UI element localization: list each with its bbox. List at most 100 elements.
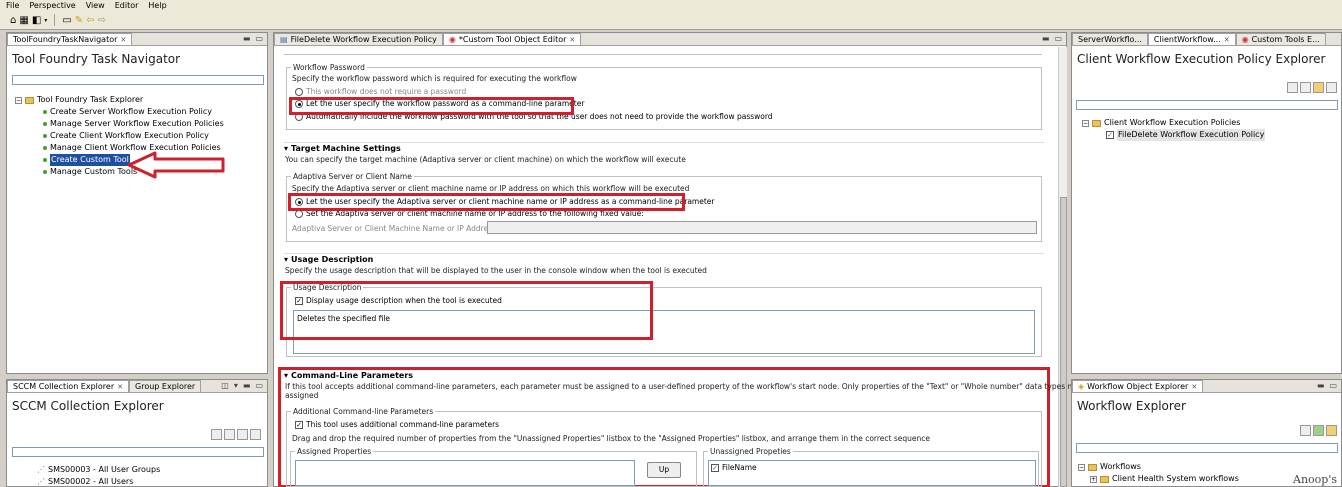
- edit-icon[interactable]: [1313, 82, 1324, 93]
- close-icon[interactable]: ✕: [1191, 383, 1197, 391]
- tree-item-create-client-policy[interactable]: Create Client Workflow Execution Policy: [15, 130, 224, 142]
- list-item-filename[interactable]: ✓ FileName: [711, 463, 757, 473]
- navigator-filter-input[interactable]: [12, 75, 264, 85]
- menu-editor[interactable]: Editor: [115, 0, 139, 11]
- menu-view[interactable]: View: [86, 0, 105, 11]
- assigned-properties-list[interactable]: [295, 460, 635, 486]
- tab-sccm-collection[interactable]: SCCM Collection Explorer ✕: [7, 380, 129, 392]
- tree-item-client-health[interactable]: + Client Health System workflows: [1078, 473, 1239, 485]
- cmdline-group: Additional Command-line Parameters ✓ This…: [286, 407, 1042, 487]
- workflow-panel: ◈ Workflow Object Explorer ✕ ▬ ▭ Workflow E…: [1071, 379, 1342, 487]
- tree-item-label: Create Client Workflow Execution Policy: [50, 131, 209, 140]
- collapse-icon[interactable]: ▾: [284, 254, 288, 265]
- collapse-icon[interactable]: −: [15, 96, 22, 104]
- tree-item-filedelete-policy[interactable]: ✓ FileDelete Workflow Execution Policy: [1082, 129, 1266, 141]
- maximize-icon[interactable]: ▭: [1054, 34, 1062, 43]
- chevron-down-icon[interactable]: ▾: [234, 381, 238, 390]
- sccm-filter-input[interactable]: [12, 447, 264, 457]
- maximize-icon[interactable]: ▭: [255, 381, 263, 390]
- grid-icon[interactable]: ▦: [19, 15, 28, 26]
- settings-icon[interactable]: [250, 429, 261, 440]
- workflow-icon: ◈: [1078, 382, 1085, 391]
- blank-icon[interactable]: [211, 429, 222, 440]
- folder-icon: [1088, 463, 1097, 471]
- close-icon[interactable]: ✕: [120, 36, 126, 44]
- edit-icon[interactable]: ✎: [75, 15, 83, 26]
- add-icon[interactable]: [1313, 425, 1324, 436]
- tree-item-all-user-groups[interactable]: ⋰ SMS00003 - All User Groups: [37, 464, 160, 476]
- gear-icon[interactable]: [224, 429, 235, 440]
- minimize-icon[interactable]: ▬: [1042, 34, 1050, 43]
- tab-server-workflow[interactable]: ServerWorkflo...: [1072, 33, 1148, 45]
- menu-help[interactable]: Help: [148, 0, 166, 11]
- tree-item-manage-server-policies[interactable]: Manage Server Workflow Execution Policie…: [15, 118, 224, 130]
- folder-icon: [1092, 119, 1101, 127]
- cmdline-section-header[interactable]: ▾ Command-Line Parameters: [284, 370, 413, 381]
- tree-root[interactable]: − Client Workflow Execution Policies: [1082, 117, 1265, 129]
- radio-button[interactable]: [295, 210, 303, 218]
- collapse-icon[interactable]: ▾: [284, 143, 288, 154]
- tab-group-explorer[interactable]: Group Explorer: [129, 380, 202, 392]
- maximize-icon[interactable]: ▭: [1329, 381, 1337, 390]
- minimize-icon[interactable]: ▬: [243, 34, 251, 43]
- view-menu-icon[interactable]: ◫: [221, 381, 229, 390]
- expand-icon[interactable]: +: [1090, 475, 1097, 483]
- sccm-title: SCCM Collection Explorer: [12, 399, 164, 413]
- password-opt-none[interactable]: This workflow does not require a passwor…: [295, 87, 466, 97]
- chevron-down-icon[interactable]: ▾: [44, 17, 47, 24]
- checkbox-checked[interactable]: ✓: [711, 464, 719, 472]
- back-icon[interactable]: ⇦: [86, 15, 94, 26]
- tab-client-workflow[interactable]: ClientWorkflow... ✕: [1147, 33, 1236, 45]
- usage-section-header[interactable]: ▾ Usage Description: [284, 254, 373, 265]
- collapse-icon[interactable]: −: [1082, 119, 1089, 127]
- scrollbar-thumb[interactable]: [1060, 197, 1067, 487]
- menu-file[interactable]: File: [6, 0, 19, 11]
- tab-task-navigator[interactable]: ToolFoundryTaskNavigator ✕: [7, 33, 133, 45]
- close-icon[interactable]: ✕: [1224, 36, 1230, 44]
- cmdline-drag-desc: Drag and drop the required number of pro…: [292, 434, 930, 443]
- forward-icon[interactable]: ⇨: [98, 15, 106, 26]
- minimize-icon[interactable]: ▬: [1317, 381, 1325, 390]
- folder-icon: [25, 96, 34, 104]
- tree-root[interactable]: − Workflows: [1078, 461, 1239, 473]
- workflow-filter-input[interactable]: [1076, 443, 1338, 453]
- tree-item-create-server-policy[interactable]: Create Server Workflow Execution Policy: [15, 106, 224, 118]
- cmdline-uses-checkbox[interactable]: ✓ This tool uses additional command-line …: [295, 420, 499, 430]
- tab-workflow-object-explorer[interactable]: ◈ Workflow Object Explorer ✕: [1072, 380, 1204, 392]
- gear-icon[interactable]: [1326, 425, 1337, 436]
- edit-icon[interactable]: [237, 429, 248, 440]
- tree-root[interactable]: − Tool Foundry Task Explorer: [15, 94, 224, 106]
- menu-perspective[interactable]: Perspective: [29, 0, 75, 11]
- tab-custom-tool-editor[interactable]: ◉ *Custom Tool Object Editor ✕: [442, 33, 582, 45]
- gear-icon[interactable]: [1300, 82, 1311, 93]
- tab-custom-tools[interactable]: ◉ Custom Tools E...: [1235, 33, 1326, 45]
- close-icon[interactable]: ✕: [569, 36, 575, 44]
- tree-item-all-users[interactable]: ⋰ SMS00002 - All Users: [37, 476, 160, 487]
- target-section-header[interactable]: ▾ Target Machine Settings: [284, 143, 401, 154]
- checkbox-checked[interactable]: ✓: [295, 421, 303, 429]
- minimize-icon[interactable]: ▬: [243, 381, 251, 390]
- list-item-label: FileName: [722, 463, 757, 472]
- tab-filedelete-policy[interactable]: ▤ FileDelete Workflow Execution Policy: [274, 33, 443, 45]
- task-icon: [43, 122, 47, 126]
- toolbar-separator: [54, 14, 56, 26]
- client-policy-filter-input[interactable]: [1076, 100, 1338, 110]
- up-button[interactable]: Up: [647, 462, 681, 478]
- blank-icon[interactable]: [1287, 82, 1298, 93]
- unassigned-properties-list[interactable]: ✓ FileName: [708, 460, 1036, 486]
- collapse-icon[interactable]: −: [1078, 463, 1085, 471]
- workflow-tree: − Workflows + Client Health System workflo…: [1078, 461, 1239, 485]
- window-icon[interactable]: ▭: [62, 15, 71, 26]
- collapse-icon[interactable]: ▾: [284, 370, 288, 381]
- perspective-icon[interactable]: ◧: [32, 15, 41, 26]
- home-icon[interactable]: ⌂: [10, 15, 16, 26]
- tree-root-label: Workflows: [1100, 462, 1141, 471]
- settings-icon[interactable]: [1326, 82, 1337, 93]
- target-machine-input[interactable]: [487, 221, 1037, 234]
- sccm-panel: SCCM Collection Explorer ✕ Group Explorer…: [6, 379, 268, 487]
- blank-icon[interactable]: [1300, 425, 1311, 436]
- maximize-icon[interactable]: ▭: [255, 34, 263, 43]
- editor-scrollbar[interactable]: [1058, 47, 1067, 487]
- radio-button[interactable]: [295, 88, 303, 96]
- close-icon[interactable]: ✕: [117, 383, 123, 391]
